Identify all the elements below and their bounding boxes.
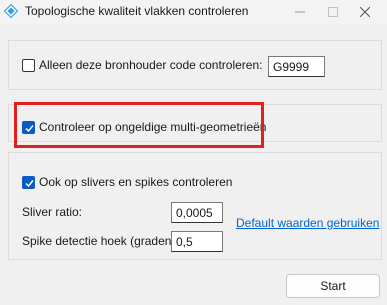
- bronhouder-checkbox-label[interactable]: Alleen deze bronhouder code controleren:: [39, 58, 263, 72]
- slivers-checkbox[interactable]: [22, 176, 35, 189]
- close-icon[interactable]: [343, 0, 387, 24]
- default-values-link[interactable]: Default waarden gebruiken: [236, 216, 379, 230]
- bronhouder-checkbox[interactable]: [22, 59, 35, 72]
- checkmark-icon: [25, 180, 34, 188]
- multigeometry-checkbox-label[interactable]: Controleer op ongeldige multi-geometrieë…: [39, 120, 266, 134]
- checkmark-icon: [25, 125, 34, 133]
- start-button[interactable]: Start: [286, 274, 380, 298]
- title-bar: Topologische kwaliteit vlakken controler…: [0, 0, 387, 24]
- bronhouder-code-input[interactable]: [268, 56, 325, 77]
- diamond-app-icon: [3, 3, 19, 19]
- window-title: Topologische kwaliteit vlakken controler…: [25, 4, 249, 18]
- multigeometry-checkbox[interactable]: [22, 121, 35, 134]
- sliver-ratio-label: Sliver ratio:: [22, 205, 83, 219]
- spike-angle-label: Spike detectie hoek (graden):: [22, 234, 179, 248]
- slivers-checkbox-label[interactable]: Ook op slivers en spikes controleren: [39, 175, 232, 189]
- sliver-ratio-input[interactable]: [171, 202, 223, 223]
- spike-angle-input[interactable]: [171, 231, 223, 252]
